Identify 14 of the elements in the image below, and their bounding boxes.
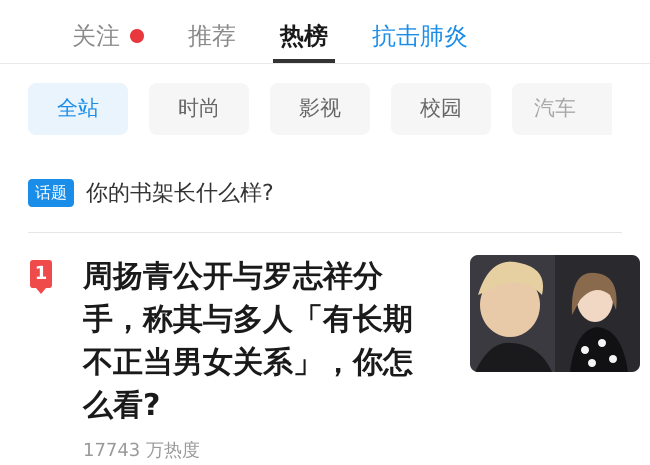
category-chip[interactable]: 时尚 — [149, 83, 249, 135]
tab[interactable]: 关注 — [72, 19, 120, 53]
tab[interactable]: 热榜 — [280, 19, 328, 53]
tab[interactable]: 推荐 — [188, 19, 236, 53]
tab[interactable]: 抗击肺炎 — [372, 19, 468, 53]
topic-tag: 话题 — [28, 179, 74, 207]
tab-underline — [273, 59, 335, 63]
rank-badge: 1 — [30, 260, 52, 294]
category-chip[interactable]: 影视 — [270, 83, 370, 135]
topic-title[interactable]: 你的书架长什么样? — [86, 176, 274, 210]
heat-count: 17743 万热度 — [83, 439, 201, 463]
category-chip[interactable]: 校园 — [391, 83, 491, 135]
headline[interactable]: 周扬青公开与罗志祥分手，称其与多人「有长期不正当男女关系」，你怎么看? — [83, 255, 433, 427]
category-chip[interactable]: 全站 — [28, 83, 128, 135]
